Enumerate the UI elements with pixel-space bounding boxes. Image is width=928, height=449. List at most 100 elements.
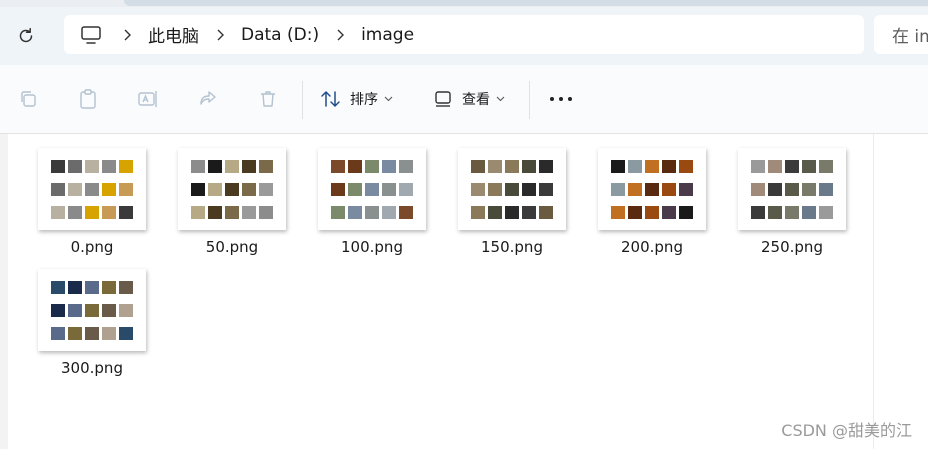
thumbnail-cell — [85, 327, 99, 340]
chevron-down-icon — [384, 96, 393, 102]
thumbnail-cell — [522, 206, 536, 219]
thumbnail-cell — [102, 160, 116, 173]
thumbnail-cell — [191, 160, 205, 173]
thumbnail-cell — [505, 206, 519, 219]
thumbnail-cell — [85, 281, 99, 294]
thumbnail-cell — [662, 206, 676, 219]
thumbnail-cell — [208, 160, 222, 173]
thumbnail-cell — [505, 160, 519, 173]
file-thumbnail — [318, 148, 426, 230]
thumbnail-cell — [208, 183, 222, 196]
refresh-icon[interactable] — [14, 24, 38, 48]
thumbnail-cell — [751, 206, 765, 219]
copy-icon[interactable] — [17, 88, 39, 110]
thumbnail-cell — [522, 160, 536, 173]
tab-bar-edge — [124, 0, 928, 6]
address-bar-row: 此电脑 Data (D:) image 在 im — [0, 7, 928, 65]
file-thumbnail — [178, 148, 286, 230]
thumbnail-cell — [51, 206, 65, 219]
file-list-area: 0.png 50.png 100.png 150.png 200.png 250.png 3… — [0, 134, 928, 449]
thumbnail-cell — [119, 327, 133, 340]
command-bar: 排序 查看 — [0, 65, 928, 134]
thumbnail-cell — [85, 183, 99, 196]
thumbnail-cell — [102, 327, 116, 340]
file-thumbnail — [738, 148, 846, 230]
thumbnail-cell — [399, 160, 413, 173]
breadcrumb-this-pc[interactable]: 此电脑 — [142, 22, 205, 47]
thumbnail-cell — [259, 183, 273, 196]
thumbnail-cell — [382, 160, 396, 173]
thumbnail-cell — [471, 183, 485, 196]
thumbnail-cell — [802, 183, 816, 196]
thumbnail-cell — [68, 304, 82, 317]
thumbnail-cell — [348, 183, 362, 196]
thumbnail-cell — [488, 160, 502, 173]
thumbnail-cell — [331, 160, 345, 173]
paste-icon[interactable] — [77, 88, 99, 110]
thumbnail-cell — [488, 183, 502, 196]
breadcrumb-image-folder[interactable]: image — [355, 25, 420, 45]
address-bar[interactable]: 此电脑 Data (D:) image — [64, 15, 864, 54]
file-item[interactable]: 50.png — [148, 134, 288, 256]
more-options-button[interactable] — [549, 85, 573, 113]
thumbnail-cell — [242, 206, 256, 219]
search-input[interactable]: 在 im — [874, 15, 928, 54]
thumbnail-cell — [51, 183, 65, 196]
chevron-right-icon[interactable] — [205, 15, 235, 54]
thumbnail-cell — [365, 206, 379, 219]
file-item[interactable]: 150.png — [428, 134, 568, 256]
thumbnail-cell — [611, 183, 625, 196]
rename-icon[interactable] — [137, 88, 159, 110]
thumbnail-cell — [365, 183, 379, 196]
breadcrumb-data-drive[interactable]: Data (D:) — [235, 25, 325, 45]
search-placeholder: 在 im — [892, 27, 928, 47]
thumbnail-cell — [102, 206, 116, 219]
thumbnail-cell — [225, 206, 239, 219]
thumbnail-cell — [51, 304, 65, 317]
thumbnail-cell — [68, 281, 82, 294]
thumbnail-cell — [85, 304, 99, 317]
thumbnail-cell — [505, 183, 519, 196]
sort-button[interactable]: 排序 — [320, 85, 393, 113]
computer-icon[interactable] — [80, 24, 102, 46]
thumbnail-cell — [242, 183, 256, 196]
thumbnail-cell — [348, 160, 362, 173]
chevron-right-icon[interactable] — [112, 15, 142, 54]
view-icon — [435, 91, 451, 107]
file-thumbnail — [38, 148, 146, 230]
file-thumbnail — [38, 269, 146, 351]
view-button[interactable]: 查看 — [434, 85, 505, 113]
thumbnail-cell — [611, 206, 625, 219]
thumbnail-cell — [785, 183, 799, 196]
details-pane-divider — [873, 134, 874, 449]
more-icon — [550, 97, 572, 101]
thumbnail-cell — [802, 206, 816, 219]
thumbnail-cell — [382, 206, 396, 219]
thumbnail-cell — [259, 206, 273, 219]
chevron-down-icon — [496, 96, 505, 102]
thumbnail-cell — [225, 183, 239, 196]
file-item[interactable]: 0.png — [8, 134, 148, 256]
thumbnail-cell — [819, 183, 833, 196]
thumbnail-cell — [539, 206, 553, 219]
file-thumbnail — [458, 148, 566, 230]
thumbnail-cell — [399, 183, 413, 196]
thumbnail-cell — [119, 281, 133, 294]
thumbnail-cell — [382, 183, 396, 196]
file-item[interactable]: 200.png — [568, 134, 708, 256]
file-item[interactable]: 300.png — [8, 255, 148, 377]
thumbnail-cell — [611, 160, 625, 173]
thumbnail-cell — [331, 183, 345, 196]
view-label: 查看 — [462, 92, 490, 108]
chevron-right-icon[interactable] — [325, 15, 355, 54]
share-icon[interactable] — [197, 88, 219, 110]
file-item[interactable]: 100.png — [288, 134, 428, 256]
thumbnail-cell — [785, 160, 799, 173]
thumbnail-cell — [679, 160, 693, 173]
thumbnail-cell — [768, 183, 782, 196]
thumbnail-cell — [539, 160, 553, 173]
file-item[interactable]: 250.png — [708, 134, 848, 256]
thumbnail-cell — [785, 206, 799, 219]
trash-icon[interactable] — [257, 88, 279, 110]
thumbnail-cell — [119, 304, 133, 317]
